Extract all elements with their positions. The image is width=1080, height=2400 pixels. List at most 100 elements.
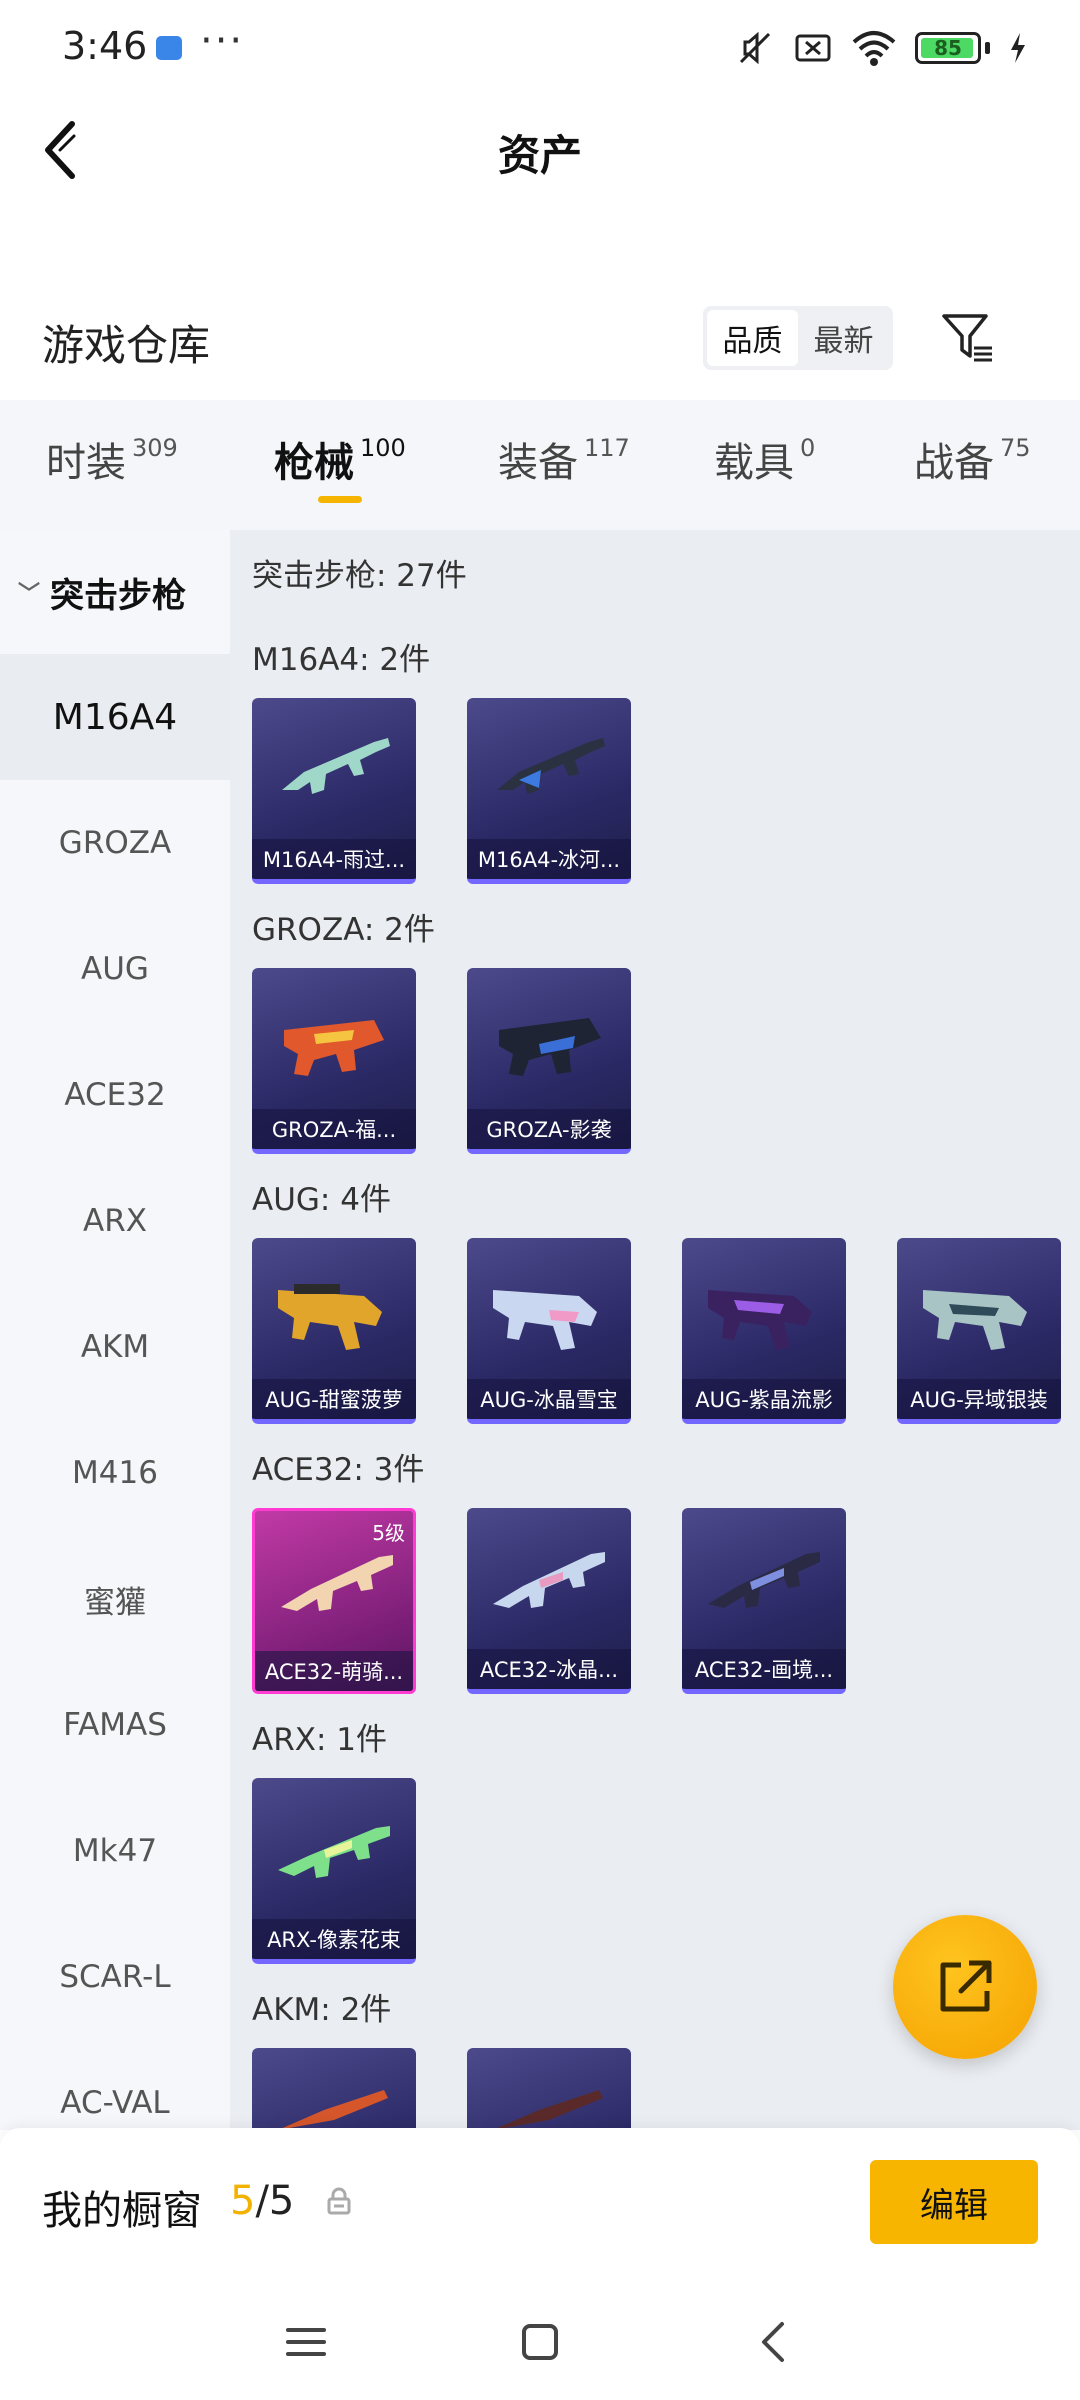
weapon-card[interactable]: AUG-甜蜜菠萝 — [252, 1238, 416, 1424]
category-tabs: 时装 309 枪械 100 装备 117 载具 0 战备 75 — [0, 400, 1080, 530]
weapon-card[interactable]: ACE32-冰晶... — [467, 1508, 631, 1694]
weapon-card-label: GROZA-影袭 — [467, 1109, 631, 1149]
tab-count: 117 — [584, 434, 630, 462]
weapon-card[interactable]: 5级 ACE32-萌骑... — [252, 1508, 416, 1694]
weapon-card[interactable]: ACE32-画境... — [682, 1508, 846, 1694]
showcase-current: 5 — [230, 2178, 256, 2224]
group-heading-arx: ARX: 1件 — [252, 1722, 388, 1758]
sidebar-item-arx[interactable]: ARX — [0, 1158, 230, 1284]
sidebar-item-mk47[interactable]: Mk47 — [0, 1788, 230, 1914]
warehouse-title: 游戏仓库 — [42, 321, 211, 370]
wifi-icon — [852, 31, 896, 66]
sidebar-item-scar-l[interactable]: SCAR-L — [0, 1914, 230, 2040]
back-nav-icon[interactable] — [748, 2314, 804, 2370]
level-badge: 5级 — [372, 1521, 405, 1545]
rifle-image — [284, 1020, 384, 1076]
rifle-image — [497, 738, 605, 794]
tab-count: 100 — [360, 434, 406, 462]
rifle-image — [708, 1552, 820, 1608]
weapon-card[interactable]: GROZA-福... — [252, 968, 416, 1154]
app-notification-icon — [156, 36, 182, 60]
weapon-card-label: ACE32-冰晶... — [467, 1649, 631, 1689]
weapon-card[interactable]: AUG-紫晶流影 — [682, 1238, 846, 1424]
no-sim-icon — [795, 34, 831, 62]
tab-label: 枪械 — [274, 440, 354, 486]
sort-latest-option[interactable]: 最新 — [798, 310, 889, 366]
category-summary: 突击步枪: 27件 — [252, 558, 467, 594]
sidebar-item-ace32[interactable]: ACE32 — [0, 1032, 230, 1158]
weapon-card[interactable]: ARX-像素花束 — [252, 1778, 416, 1964]
group-heading-groza: GROZA: 2件 — [252, 912, 435, 948]
edit-button[interactable]: 编辑 — [870, 2160, 1038, 2244]
tab-count: 75 — [1000, 434, 1031, 462]
filter-icon — [942, 314, 992, 362]
battery-cap — [985, 42, 990, 54]
rifle-image — [708, 1290, 812, 1350]
tab-supplies[interactable]: 战备 75 — [914, 430, 1031, 488]
sidebar-item-m16a4[interactable]: M16A4 — [0, 654, 230, 780]
page-title: 资产 — [497, 131, 582, 180]
tab-label: 载具 — [714, 440, 794, 486]
weapon-type-sidebar: ﹀ 突击步枪 M16A4 GROZA AUG ACE32 ARX AKM M41… — [0, 530, 230, 2130]
tab-label: 时装 — [46, 440, 126, 486]
weapon-card-label: ARX-像素花束 — [252, 1919, 416, 1959]
status-icons: 85 — [735, 28, 1028, 68]
charging-icon — [1011, 33, 1025, 63]
tab-label: 装备 — [498, 440, 578, 486]
weapon-card-label: AUG-甜蜜菠萝 — [252, 1379, 416, 1419]
weapon-card[interactable]: AUG-异域银装 — [897, 1238, 1061, 1424]
rifle-image — [493, 1290, 597, 1350]
weapon-card-label: ACE32-画境... — [682, 1649, 846, 1689]
lock-icon — [327, 2187, 351, 2215]
sidebar-category-label: 突击步枪 — [50, 575, 187, 616]
tab-vehicles[interactable]: 载具 0 — [714, 430, 815, 488]
weapon-list: 突击步枪: 27件 M16A4: 2件 M16A4-雨过... M16A4-冰河… — [230, 530, 1080, 2234]
filter-button[interactable] — [940, 310, 996, 366]
weapon-card-label: GROZA-福... — [252, 1109, 416, 1149]
sidebar-item-aug[interactable]: AUG — [0, 906, 230, 1032]
rifle-image — [493, 1552, 605, 1608]
weapon-card-label: ACE32-萌骑... — [255, 1651, 413, 1691]
sidebar-item-akm[interactable]: AKM — [0, 1284, 230, 1410]
sidebar-item-famas[interactable]: FAMAS — [0, 1662, 230, 1788]
battery-icon: 85 — [915, 32, 981, 64]
active-tab-indicator — [318, 496, 362, 503]
tab-count: 0 — [800, 434, 816, 462]
sidebar-item-honey-badger[interactable]: 蜜獾 — [0, 1536, 230, 1662]
sort-toggle: 品质 最新 — [703, 306, 893, 370]
group-heading-aug: AUG: 4件 — [252, 1182, 391, 1218]
group-heading-akm: AKM: 2件 — [252, 1992, 392, 2028]
battery-level: 85 — [934, 36, 962, 60]
external-link-icon — [940, 1960, 992, 2012]
tab-equipment[interactable]: 装备 117 — [498, 430, 630, 488]
status-time: 3:46 — [62, 24, 148, 68]
weapon-card-label: AUG-异域银装 — [897, 1379, 1061, 1419]
weapon-card[interactable]: M16A4-雨过... — [252, 698, 416, 884]
more-notifications-icon: ··· — [200, 18, 245, 64]
showcase-label: 我的橱窗 — [42, 2188, 202, 2234]
chevron-down-icon: ﹀ — [18, 582, 41, 607]
sidebar-item-groza[interactable]: GROZA — [0, 780, 230, 906]
showcase-count: 5/5 — [230, 2178, 294, 2224]
share-fab-button[interactable] — [893, 1915, 1037, 2059]
rifle-image — [278, 1284, 382, 1350]
weapon-card-label: M16A4-冰河... — [467, 839, 631, 879]
group-heading-m16a4: M16A4: 2件 — [252, 642, 431, 678]
mute-vibrate-icon — [739, 31, 771, 65]
weapon-card[interactable]: GROZA-影袭 — [467, 968, 631, 1154]
weapon-card[interactable]: AUG-冰晶雪宝 — [467, 1238, 631, 1424]
rifle-image — [499, 1018, 601, 1076]
weapon-card[interactable]: M16A4-冰河... — [467, 698, 631, 884]
menu-icon[interactable] — [278, 2314, 334, 2370]
rifle-image — [282, 738, 390, 794]
showcase-total: /5 — [255, 2178, 295, 2224]
home-icon[interactable] — [512, 2314, 568, 2370]
tab-firearms[interactable]: 枪械 100 — [274, 430, 406, 488]
weapon-card-label: AUG-紫晶流影 — [682, 1379, 846, 1419]
rifle-image — [923, 1290, 1027, 1350]
sidebar-item-m416[interactable]: M416 — [0, 1410, 230, 1536]
weapon-card-label: M16A4-雨过... — [252, 839, 416, 879]
sort-quality-option[interactable]: 品质 — [707, 310, 798, 366]
sidebar-category-assault-rifle[interactable]: ﹀ 突击步枪 — [0, 530, 230, 654]
tab-fashion[interactable]: 时装 309 — [46, 430, 178, 488]
